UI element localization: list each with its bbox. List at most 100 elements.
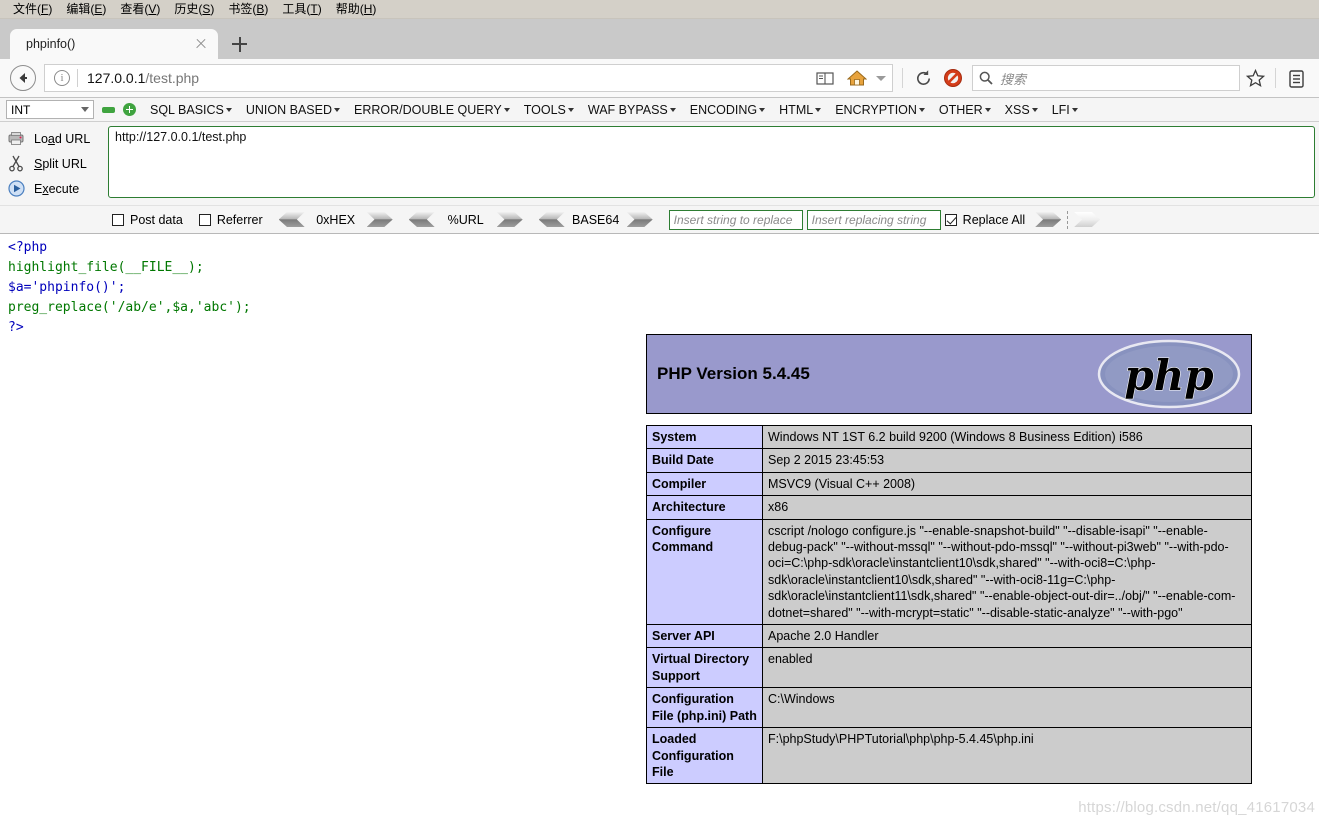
menu-item-file[interactable]: 文件(F) xyxy=(6,0,59,19)
plus-button-icon[interactable] xyxy=(123,103,136,116)
hackbar-url-textarea[interactable]: http://127.0.0.1/test.php xyxy=(108,126,1315,198)
menu-item-history[interactable]: 历史(S) xyxy=(167,0,221,19)
table-row: Architecture x86 xyxy=(646,495,1252,520)
php-line-2: highlight_file(__FILE__); xyxy=(8,260,204,275)
hackbar-menu-error-double-query[interactable]: ERROR/DOUBLE QUERY xyxy=(354,103,510,117)
replace-search-input[interactable]: Insert string to replace xyxy=(668,209,803,230)
referrer-checkbox[interactable] xyxy=(198,213,211,226)
label: TOOLS xyxy=(523,102,566,117)
hackbar-menu-other[interactable]: OTHER xyxy=(939,103,991,117)
close-icon[interactable] xyxy=(192,35,210,53)
encoder-url: %URL xyxy=(408,212,523,227)
url-bar[interactable]: i 127.0.0.1/test.php xyxy=(44,64,893,92)
menu-item-tools[interactable]: 工具(T) xyxy=(275,0,328,19)
row-key: Architecture xyxy=(646,495,763,520)
post-data-checkbox[interactable] xyxy=(112,213,124,226)
table-row: Loaded Configuration File F:\phpStudy\PH… xyxy=(646,727,1252,785)
php-source-code: <?php highlight_file(__FILE__); $a='phpi… xyxy=(8,238,251,338)
caret-icon xyxy=(669,107,676,112)
minus-button-icon[interactable] xyxy=(102,107,115,113)
table-row: Configuration File (php.ini) Path C:\Win… xyxy=(646,687,1252,729)
row-value: MSVC9 (Visual C++ 2008) xyxy=(762,471,1252,497)
php-line-4: preg_replace('/ab/e',$a,'abc'); xyxy=(8,300,251,315)
execute-button[interactable]: Execute xyxy=(6,176,108,201)
phpinfo-header: PHP Version 5.4.45 php xyxy=(646,334,1252,414)
search-bar[interactable]: 搜索 xyxy=(972,65,1240,91)
star-icon[interactable] xyxy=(1240,63,1270,93)
home-icon[interactable] xyxy=(842,63,872,93)
reader-mode-icon[interactable] xyxy=(810,63,840,93)
hackbar-type-select[interactable]: INT xyxy=(6,100,94,119)
row-key: Build Date xyxy=(646,448,763,473)
hackbar-menu-xss[interactable]: XSS xyxy=(1005,103,1038,117)
menu-item-bookmarks-label: 书签(B) xyxy=(228,1,269,16)
caret-icon xyxy=(567,107,574,112)
hackbar-menu-encoding[interactable]: ENCODING xyxy=(689,102,766,117)
url-decode-arrow-icon[interactable] xyxy=(408,212,435,227)
url-encode-arrow-icon[interactable] xyxy=(496,212,523,227)
split-url-label: Split URL xyxy=(34,156,87,171)
hex-encode-arrow-icon[interactable] xyxy=(366,212,393,227)
row-value: F:\phpStudy\PHPTutorial\php\php-5.4.45\p… xyxy=(762,727,1252,785)
noscript-blocked-icon[interactable] xyxy=(938,63,968,93)
hackbar-menu-union-based[interactable]: UNION BASED xyxy=(245,102,341,117)
label: WAF BYPASS xyxy=(587,102,668,117)
menu-item-help-label: 帮助(H) xyxy=(335,1,377,16)
base64-encode-arrow-icon[interactable] xyxy=(626,212,653,227)
caret-icon xyxy=(759,107,766,112)
back-arrow-icon xyxy=(10,65,36,91)
replace-undo-arrow-icon[interactable] xyxy=(1074,212,1101,227)
menu-item-view[interactable]: 查看(V) xyxy=(113,0,167,19)
hex-decode-arrow-icon[interactable] xyxy=(278,212,305,227)
info-icon[interactable]: i xyxy=(54,70,70,86)
hackbar-menu-sql-basics[interactable]: SQL BASICS xyxy=(150,103,232,117)
hackbar-action-list: Load URL Split URL Execute xyxy=(0,126,108,201)
encoder-base64: BASE64 xyxy=(538,212,653,227)
toolbar-divider-2 xyxy=(1275,68,1276,88)
url-text: 127.0.0.1/test.php xyxy=(87,70,810,86)
load-url-icon xyxy=(6,131,26,146)
library-icon[interactable] xyxy=(1281,63,1311,93)
label: UNION BASED xyxy=(245,102,333,117)
browser-tab[interactable]: phpinfo() xyxy=(10,29,218,59)
caret-icon xyxy=(225,107,232,112)
hackbar-menu-tools[interactable]: TOOLS xyxy=(524,103,574,117)
chevron-down-icon[interactable] xyxy=(874,63,888,93)
replace-apply-arrow-icon[interactable] xyxy=(1035,212,1062,227)
menu-item-tools-label: 工具(T) xyxy=(282,1,322,16)
replace-with-input[interactable]: Insert replacing string xyxy=(806,209,941,230)
menu-item-edit-label: 编辑(E) xyxy=(66,1,107,16)
hackbar-menu-lfi[interactable]: LFI xyxy=(1052,103,1078,117)
reload-icon[interactable] xyxy=(908,63,938,93)
base64-decode-arrow-icon[interactable] xyxy=(538,212,565,227)
menu-item-view-label: 查看(V) xyxy=(120,1,161,16)
label: ENCODING xyxy=(689,102,758,117)
php-version-title: PHP Version 5.4.45 xyxy=(657,364,810,383)
caret-icon xyxy=(1071,107,1078,112)
hackbar-menu-html[interactable]: HTML xyxy=(779,102,822,117)
url-label: %URL xyxy=(447,212,484,227)
split-url-button[interactable]: Split URL xyxy=(6,151,108,176)
hackbar-main-row: Load URL Split URL Execute http://127.0.… xyxy=(0,122,1319,205)
table-row: Server API Apache 2.0 Handler xyxy=(646,624,1252,649)
execute-play-icon xyxy=(6,180,26,197)
menu-item-help[interactable]: 帮助(H) xyxy=(329,0,384,19)
menu-item-file-label: 文件(F) xyxy=(13,1,53,16)
search-icon xyxy=(979,71,993,85)
tab-strip: phpinfo() xyxy=(0,19,1319,59)
caret-icon xyxy=(1031,107,1038,112)
options-divider xyxy=(1067,210,1069,229)
plus-icon[interactable] xyxy=(224,29,254,59)
back-button[interactable] xyxy=(8,63,38,93)
split-url-scissors-icon xyxy=(6,155,26,172)
label: HTML xyxy=(779,102,814,117)
replace-all-checkbox[interactable] xyxy=(944,213,957,226)
php-line-1: <?php xyxy=(8,240,48,255)
row-key: Loaded Configuration File xyxy=(646,727,763,785)
load-url-button[interactable]: Load URL xyxy=(6,126,108,151)
hackbar-menu-waf-bypass[interactable]: WAF BYPASS xyxy=(588,103,676,117)
hackbar-menu-encryption[interactable]: ENCRYPTION xyxy=(835,103,925,117)
menu-item-bookmarks[interactable]: 书签(B) xyxy=(221,0,275,19)
hackbar-url-value: http://127.0.0.1/test.php xyxy=(115,130,247,144)
menu-item-edit[interactable]: 编辑(E) xyxy=(59,0,113,19)
